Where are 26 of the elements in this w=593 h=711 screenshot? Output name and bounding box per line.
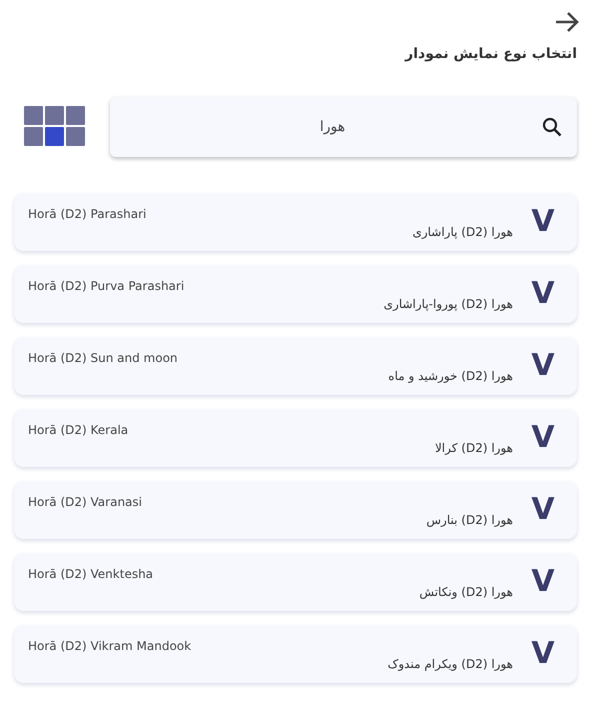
item-title: Horā (D2) Purva Parashari bbox=[28, 278, 184, 295]
item-title: Horā (D2) Parashari bbox=[28, 206, 146, 223]
item-letter: V bbox=[530, 567, 556, 597]
item-subtitle: هورا (D2) بنارس bbox=[426, 512, 513, 529]
item-subtitle: هورا (D2) ونکاتش bbox=[419, 584, 513, 601]
grid-view-icon[interactable] bbox=[24, 106, 86, 148]
item-subtitle: هورا (D2) خورشید و ماه bbox=[388, 368, 513, 385]
item-letter: V bbox=[530, 351, 556, 381]
item-letter: V bbox=[530, 639, 556, 669]
search-icon bbox=[541, 116, 563, 138]
search-bar[interactable]: هورا bbox=[110, 97, 577, 157]
page-title: انتخاب نوع نمایش نمودار bbox=[404, 45, 577, 64]
item-subtitle: هورا (D2) کرالا bbox=[434, 440, 513, 457]
item-title: Horā (D2) Vikram Mandook bbox=[28, 638, 192, 655]
item-letter: V bbox=[530, 207, 556, 237]
item-title: Horā (D2) Varanasi bbox=[28, 494, 142, 511]
item-letter: V bbox=[530, 279, 556, 309]
item-subtitle: هورا (D2) ویکرام مندوک bbox=[388, 656, 513, 673]
search-field[interactable]: هورا bbox=[124, 116, 541, 138]
item-letter: V bbox=[530, 495, 556, 525]
item-letter: V bbox=[530, 423, 556, 453]
item-subtitle: هورا (D2) پوروا-پاراشاری bbox=[384, 296, 513, 313]
item-subtitle: هورا (D2) پاراشاری bbox=[412, 224, 513, 241]
item-title: Horā (D2) Venktesha bbox=[28, 566, 154, 583]
item-title: Horā (D2) Kerala bbox=[28, 422, 128, 439]
item-title: Horā (D2) Sun and moon bbox=[28, 350, 178, 367]
